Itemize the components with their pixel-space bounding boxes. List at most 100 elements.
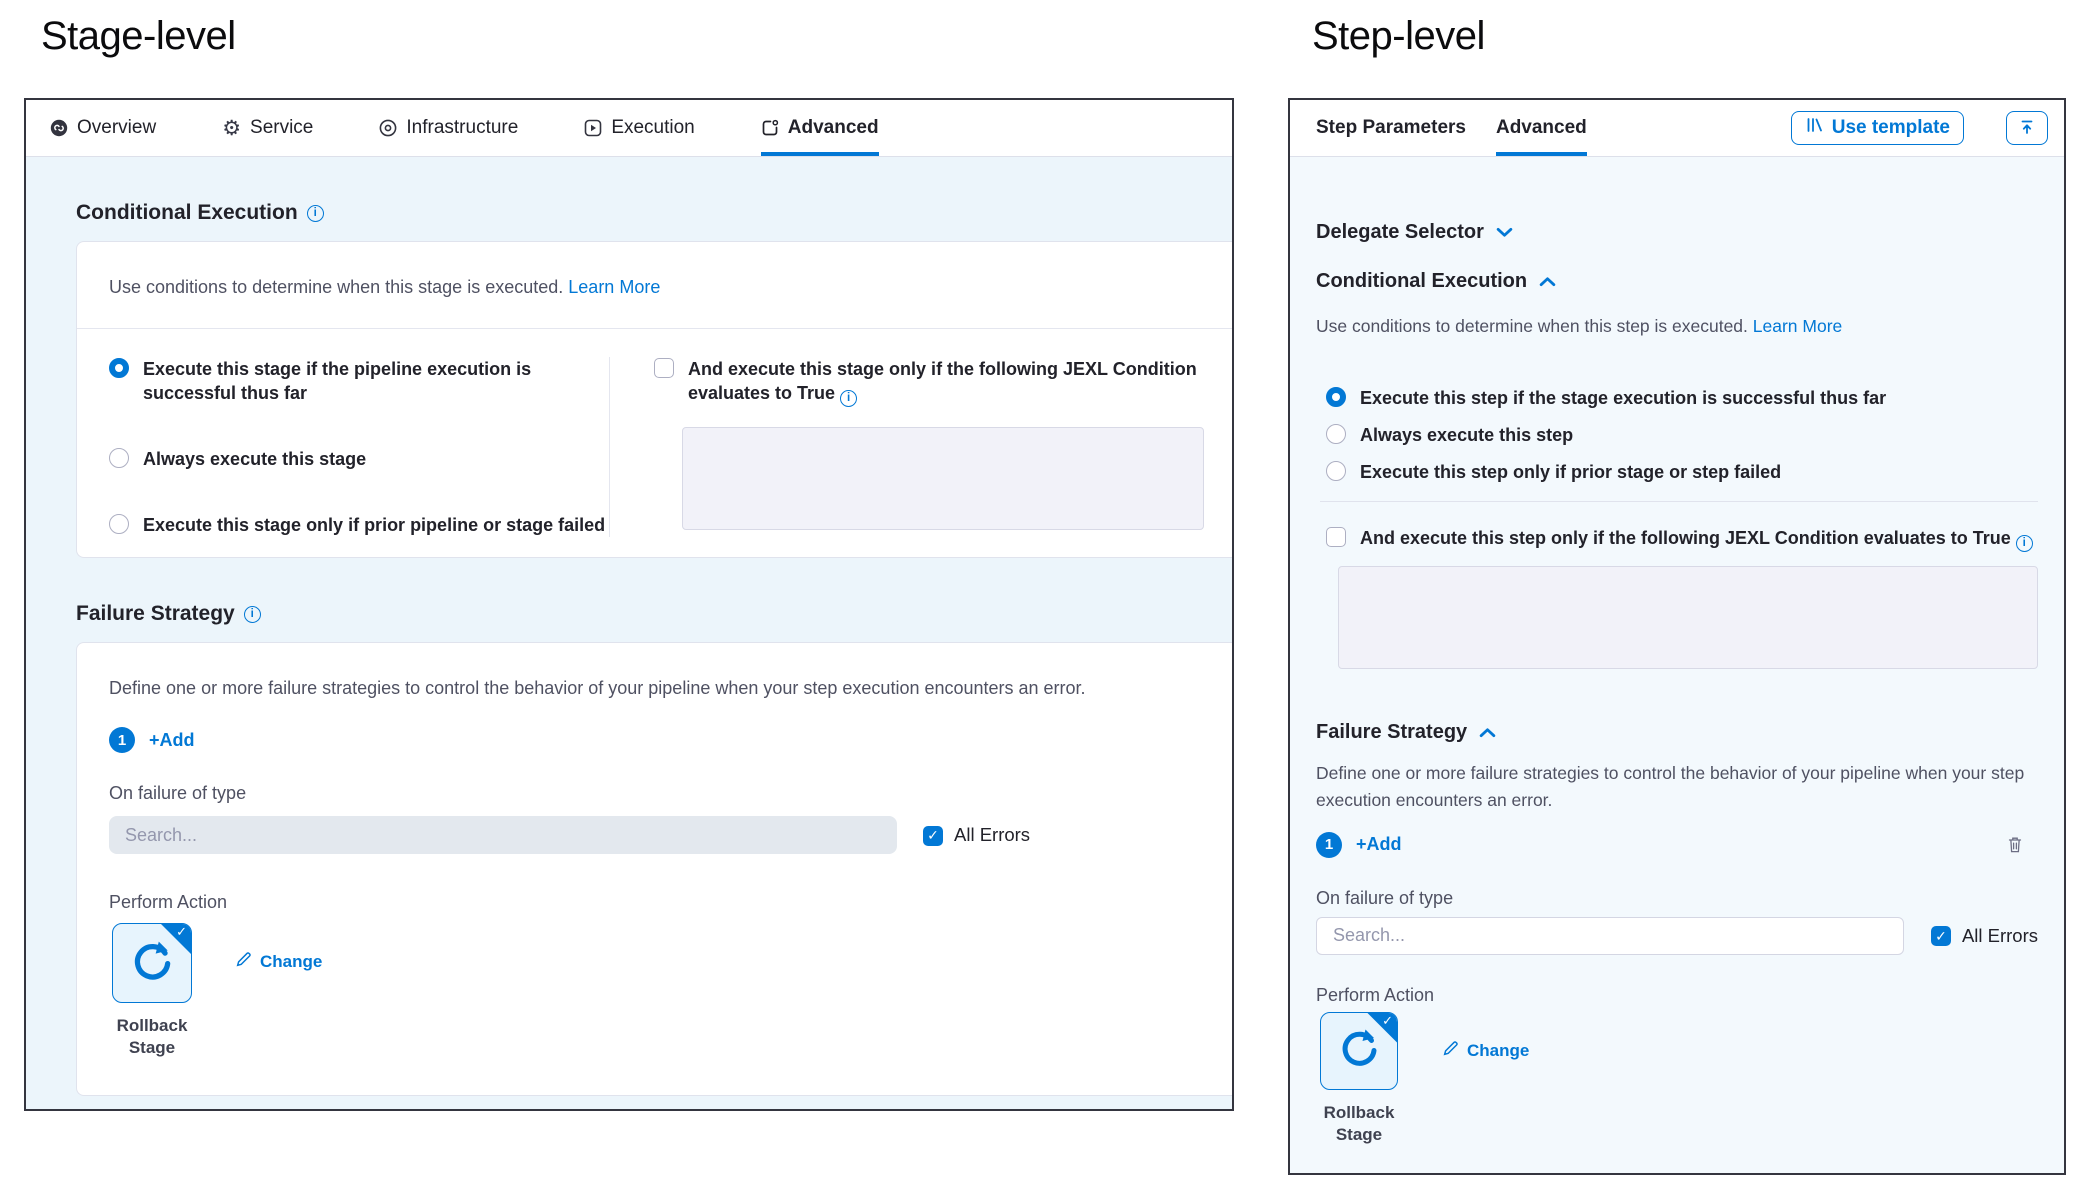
pencil-icon (1442, 1040, 1459, 1062)
radio-icon[interactable] (109, 448, 129, 468)
change-action-link[interactable]: Change (1442, 1040, 1529, 1062)
template-upload-icon (2018, 118, 2036, 139)
tab-infrastructure[interactable]: Infrastructure (379, 100, 518, 156)
radio-always-execute[interactable]: Always execute this stage (109, 447, 609, 471)
radio-label: Execute this step only if prior stage or… (1360, 460, 1781, 484)
overview-icon (50, 119, 68, 137)
delegate-selector-header[interactable]: Delegate Selector (1316, 221, 2038, 244)
failure-type-search-input[interactable] (109, 816, 897, 854)
conditional-execution-card: Use conditions to determine when this st… (76, 241, 1232, 558)
radio-icon[interactable] (109, 514, 129, 534)
info-icon[interactable] (307, 205, 324, 222)
conditional-execution-header: Conditional Execution (76, 201, 1232, 225)
jexl-condition-checkbox-row[interactable]: And execute this stage only if the follo… (654, 357, 1204, 407)
tab-advanced[interactable]: Advanced (761, 100, 879, 156)
all-errors-label: All Errors (954, 824, 1030, 846)
action-name: Rollback Stage (1324, 1102, 1395, 1146)
divider (1320, 501, 2038, 502)
add-strategy-button[interactable]: +Add (1356, 834, 1402, 855)
change-label: Change (260, 952, 322, 972)
strategy-count-badge[interactable]: 1 (109, 727, 135, 753)
all-errors-option[interactable]: All Errors (1931, 925, 2038, 947)
change-action-link[interactable]: Change (235, 951, 322, 973)
stage-level-title: Stage-level (41, 14, 236, 59)
tab-label: Advanced (1496, 117, 1587, 139)
check-icon: ✓ (176, 924, 187, 940)
step-level-panel: Step Parameters Advanced Use template De… (1288, 98, 2066, 1175)
radio-label: Execute this step if the stage execution… (1360, 386, 1886, 410)
chevron-down-icon (1496, 221, 1513, 244)
jexl-condition-label: And execute this stage only if the follo… (688, 357, 1197, 407)
learn-more-link[interactable]: Learn More (568, 277, 660, 297)
stage-level-panel: Overview ⚙ Service Infrastructure Execut… (24, 98, 1234, 1111)
radio-execute-if-successful[interactable]: Execute this step if the stage execution… (1326, 386, 2038, 410)
tab-overview[interactable]: Overview (50, 100, 156, 156)
section-title: Failure Strategy (1316, 721, 1467, 744)
step-level-title: Step-level (1312, 14, 1485, 59)
add-strategy-button[interactable]: +Add (149, 730, 195, 751)
chevron-up-icon (1539, 270, 1556, 293)
checkbox-icon[interactable] (1931, 926, 1951, 946)
jexl-condition-input[interactable] (682, 427, 1204, 530)
failure-strategy-header[interactable]: Failure Strategy (1316, 721, 2038, 744)
radio-label: Execute this stage only if prior pipelin… (143, 513, 605, 537)
tab-step-parameters[interactable]: Step Parameters (1316, 100, 1466, 156)
section-title: Failure Strategy (76, 602, 235, 626)
tab-label: Overview (77, 117, 156, 139)
change-label: Change (1467, 1041, 1529, 1061)
tab-advanced[interactable]: Advanced (1496, 100, 1587, 156)
description-text: Use conditions to determine when this st… (109, 277, 563, 297)
jexl-condition-input[interactable] (1338, 566, 2038, 669)
jexl-condition-checkbox-row[interactable]: And execute this step only if the follow… (1326, 526, 2038, 552)
tab-label: Advanced (788, 117, 879, 139)
conditional-execution-header[interactable]: Conditional Execution (1316, 270, 2038, 293)
radio-icon[interactable] (1326, 424, 1346, 444)
rollback-stage-tile[interactable]: ✓ (112, 923, 192, 1003)
radio-execute-if-failed[interactable]: Execute this step only if prior stage or… (1326, 460, 2038, 484)
radio-execute-if-failed[interactable]: Execute this stage only if prior pipelin… (109, 513, 609, 537)
info-icon[interactable] (840, 390, 857, 407)
conditional-description: Use conditions to determine when this st… (109, 276, 1232, 298)
tab-label: Step Parameters (1316, 117, 1466, 139)
info-icon[interactable] (244, 606, 261, 623)
learn-more-link[interactable]: Learn More (1753, 316, 1843, 336)
use-template-label: Use template (1832, 117, 1950, 139)
perform-action-label: Perform Action (1316, 985, 2038, 1006)
stage-advanced-content: Conditional Execution Use conditions to … (26, 157, 1232, 1109)
save-as-template-button[interactable] (2006, 111, 2048, 145)
divider (77, 328, 1232, 329)
tab-label: Service (250, 117, 313, 139)
execution-icon (584, 119, 602, 137)
check-icon: ✓ (1382, 1013, 1393, 1029)
all-errors-label: All Errors (1962, 925, 2038, 947)
strategy-count-badge[interactable]: 1 (1316, 832, 1342, 858)
radio-icon[interactable] (1326, 387, 1346, 407)
tab-execution[interactable]: Execution (584, 100, 694, 156)
chevron-up-icon (1479, 721, 1496, 744)
all-errors-option[interactable]: All Errors (923, 824, 1030, 846)
radio-label: Always execute this stage (143, 447, 366, 471)
on-failure-label: On failure of type (1316, 888, 2038, 909)
conditional-description: Use conditions to determine when this st… (1316, 313, 2038, 340)
failure-type-search-input[interactable] (1316, 917, 1904, 955)
info-icon[interactable] (2016, 535, 2033, 552)
step-tab-bar: Step Parameters Advanced Use template (1290, 100, 2064, 157)
strategy-list-row: 1 +Add (109, 727, 1232, 753)
checkbox-icon[interactable] (654, 358, 674, 378)
radio-always-execute[interactable]: Always execute this step (1326, 423, 2038, 447)
section-title: Delegate Selector (1316, 221, 1484, 244)
jexl-condition-label: And execute this step only if the follow… (1360, 526, 2033, 552)
rollback-stage-tile[interactable]: ✓ (1320, 1012, 1398, 1090)
stage-tab-bar: Overview ⚙ Service Infrastructure Execut… (26, 100, 1232, 157)
tab-service[interactable]: ⚙ Service (222, 100, 313, 156)
template-library-icon (1805, 116, 1823, 140)
strategy-list-row: 1 +Add (1316, 832, 2038, 858)
delete-strategy-icon[interactable] (2006, 835, 2024, 854)
checkbox-icon[interactable] (1326, 527, 1346, 547)
use-template-button[interactable]: Use template (1791, 111, 1964, 145)
checkbox-icon[interactable] (923, 826, 943, 846)
radio-icon[interactable] (109, 358, 129, 378)
radio-execute-if-successful[interactable]: Execute this stage if the pipeline execu… (109, 357, 609, 405)
action-name: Rollback Stage (117, 1015, 188, 1059)
radio-icon[interactable] (1326, 461, 1346, 481)
